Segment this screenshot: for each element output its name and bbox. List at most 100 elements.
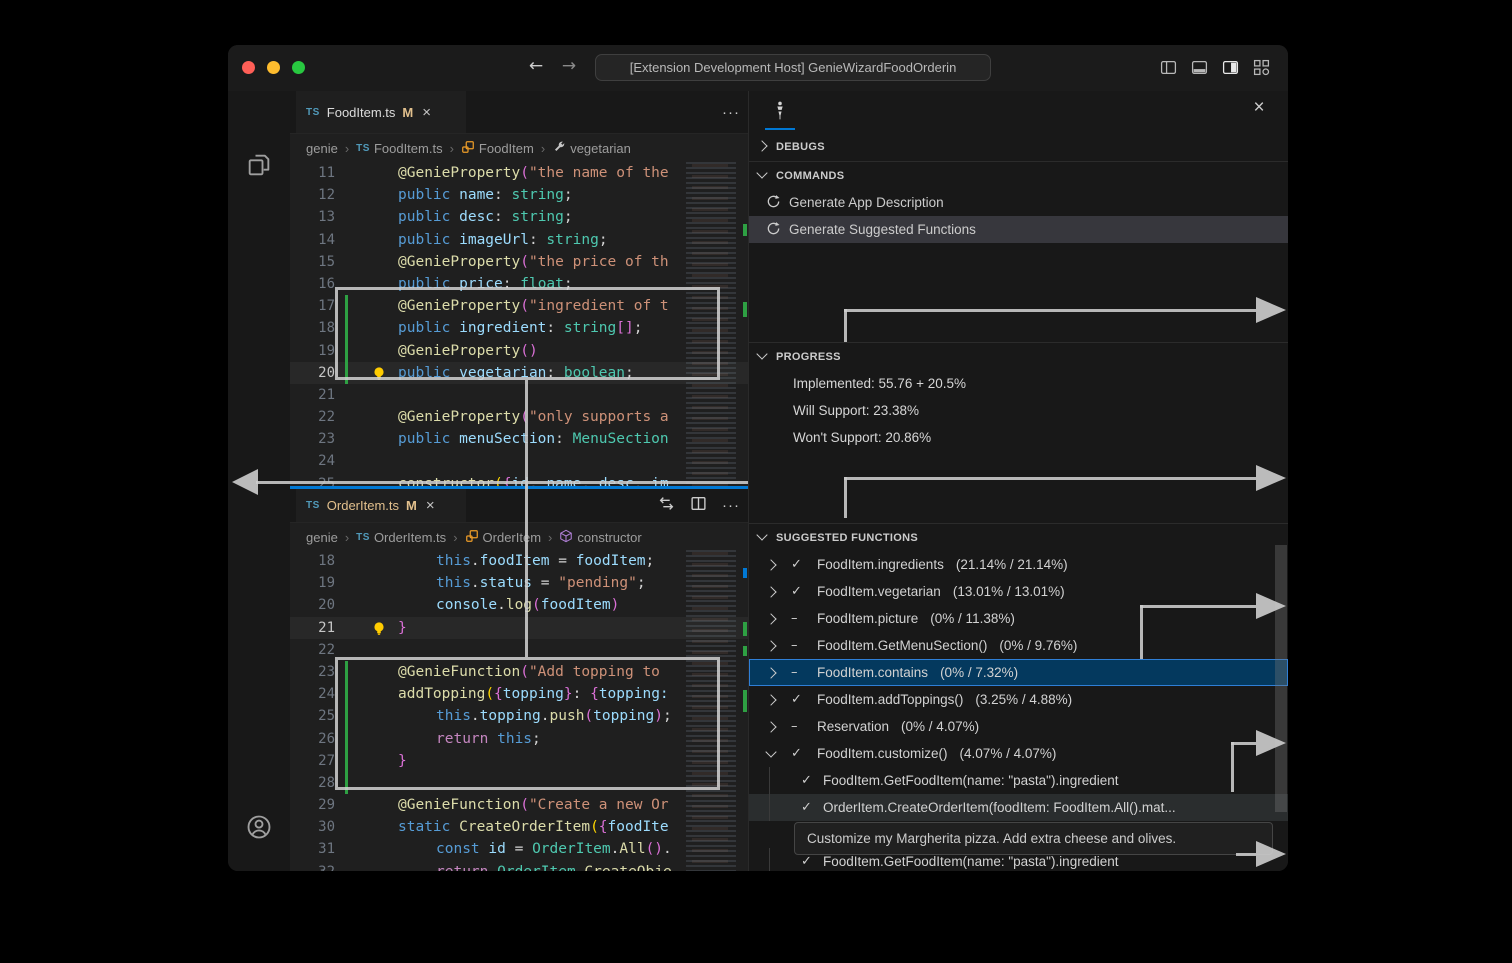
toggle-panel-icon[interactable] (1191, 59, 1208, 76)
tab-fooditem[interactable]: TS FoodItem.ts M × (296, 91, 466, 133)
modified-badge: M (406, 498, 417, 513)
code-line[interactable]: 32return OrderItem.CreateObje (290, 861, 748, 871)
code-line[interactable]: 21} (290, 617, 748, 639)
more-actions-icon[interactable]: ··· (722, 497, 740, 514)
dash-icon: – (791, 713, 798, 740)
chevron-right-icon[interactable] (765, 694, 776, 705)
annotation-arrow-left-line (256, 481, 748, 484)
breadcrumb-item[interactable]: TSOrderItem.ts (356, 530, 446, 545)
chevron-right-icon (756, 140, 767, 151)
chevron-right-icon[interactable] (765, 613, 776, 624)
chevron-right-icon[interactable] (765, 640, 776, 651)
command-item[interactable]: Generate Suggested Functions (749, 216, 1288, 243)
section-progress[interactable]: PROGRESS (749, 343, 1288, 370)
function-label: FoodItem.vegetarian(13.01% / 13.01%) (817, 578, 1065, 605)
customize-layout-icon[interactable] (1253, 59, 1270, 76)
split-editor-icon[interactable] (690, 495, 707, 517)
section-commands[interactable]: COMMANDS (749, 162, 1288, 189)
line-number: 23 (296, 428, 335, 450)
toggle-secondary-sidebar-icon[interactable] (1222, 59, 1239, 76)
breadcrumb-item[interactable]: genie (306, 141, 338, 156)
code-line[interactable]: 21 (290, 384, 748, 406)
tree-indent-guide (769, 848, 770, 871)
suggested-function-row[interactable]: ✓FoodItem.vegetarian(13.01% / 13.01%) (749, 578, 1288, 605)
suggested-function-row[interactable]: –FoodItem.GetMenuSection()(0% / 9.76%) (749, 632, 1288, 659)
back-button[interactable]: ← (524, 56, 548, 76)
breadcrumb-separator: › (453, 530, 457, 545)
genie-view-icon[interactable] (771, 101, 789, 126)
chevron-down-icon (756, 529, 767, 540)
code-line[interactable]: 22@GenieProperty("only supports a (290, 406, 748, 428)
code-line[interactable]: 24 (290, 450, 748, 472)
suggested-function-row[interactable]: –FoodItem.contains(0% / 7.32%) (749, 659, 1288, 686)
line-number: 24 (296, 450, 335, 472)
close-tab-icon[interactable]: × (422, 104, 431, 121)
code-line[interactable]: 23public menuSection: MenuSection (290, 428, 748, 450)
breadcrumb-label: OrderItem (483, 530, 542, 545)
editor-split-sash[interactable] (290, 486, 748, 489)
line-number: 26 (296, 728, 335, 750)
annotation-connector-line (525, 380, 528, 657)
breadcrumb-label: genie (306, 530, 338, 545)
annotation-arrow-e-line (1236, 853, 1256, 856)
tab-orderitem[interactable]: TS OrderItem.ts M × (296, 489, 466, 522)
suggested-function-row[interactable]: –Reservation(0% / 4.07%) (749, 713, 1288, 740)
suggested-function-row[interactable]: –FoodItem.picture(0% / 11.38%) (749, 605, 1288, 632)
command-center[interactable]: [Extension Development Host] GenieWizard… (595, 54, 991, 81)
section-debugs[interactable]: DEBUGS (749, 133, 1288, 160)
typescript-icon: TS (306, 500, 320, 511)
panel-scrollbar[interactable] (1275, 545, 1287, 812)
section-title: COMMANDS (776, 170, 844, 182)
command-item[interactable]: Generate App Description (749, 189, 1288, 216)
open-changes-icon[interactable] (658, 495, 675, 517)
breadcrumb-item[interactable]: OrderItem (465, 529, 542, 546)
code-line[interactable]: 14public imageUrl: string; (290, 229, 748, 251)
window-zoom-button[interactable] (292, 61, 305, 74)
breadcrumb-item[interactable]: FoodItem (461, 140, 534, 157)
close-panel-icon[interactable]: × (1247, 97, 1271, 119)
breadcrumb-item[interactable]: vegetarian (552, 140, 631, 157)
code-line[interactable]: 31const id = OrderItem.All(). (290, 838, 748, 860)
code-line[interactable]: 20console.log(foodItem) (290, 594, 748, 616)
window-minimize-button[interactable] (267, 61, 280, 74)
code-line[interactable]: 12public name: string; (290, 184, 748, 206)
suggested-function-row[interactable]: ✓FoodItem.addToppings()(3.25% / 4.88%) (749, 686, 1288, 713)
suggested-function-row[interactable]: ✓FoodItem.GetFoodItem(name: "pasta").ing… (749, 767, 1288, 794)
function-label: FoodItem.customize()(4.07% / 4.07%) (817, 740, 1056, 767)
explorer-icon[interactable] (245, 151, 273, 184)
code-line[interactable]: 18this.foodItem = foodItem; (290, 550, 748, 572)
close-tab-icon[interactable]: × (426, 497, 435, 514)
line-number: 11 (296, 162, 335, 184)
chevron-right-icon[interactable] (765, 559, 776, 570)
code-line[interactable]: 15@GenieProperty("the price of th (290, 251, 748, 273)
code-line[interactable]: 13public desc: string; (290, 206, 748, 228)
suggested-function-row[interactable]: ✓FoodItem.customize()(4.07% / 4.07%) (749, 740, 1288, 767)
suggested-function-row[interactable]: ✓FoodItem.ingredients(21.14% / 21.14%) (749, 551, 1288, 578)
forward-button[interactable]: → (557, 56, 581, 76)
breadcrumb-item[interactable]: TSFoodItem.ts (356, 141, 442, 156)
chevron-down-icon[interactable] (765, 746, 776, 757)
more-actions-icon[interactable]: ··· (722, 104, 740, 121)
account-icon[interactable] (245, 813, 273, 846)
chevron-right-icon[interactable] (765, 667, 776, 678)
code-line[interactable]: 29@GenieFunction("Create a new Or (290, 794, 748, 816)
suggested-function-row[interactable]: ✓OrderItem.CreateOrderItem(foodItem: Foo… (749, 794, 1288, 821)
breadcrumb-item[interactable]: genie (306, 530, 338, 545)
check-icon: ✓ (801, 767, 812, 794)
line-number: 23 (296, 661, 335, 683)
chevron-right-icon[interactable] (765, 721, 776, 732)
breadcrumb-label: FoodItem.ts (374, 141, 443, 156)
line-number: 14 (296, 229, 335, 251)
code-line[interactable]: 19this.status = "pending"; (290, 572, 748, 594)
section-suggested-functions[interactable]: SUGGESTED FUNCTIONS (749, 524, 1288, 551)
chevron-right-icon[interactable] (765, 586, 776, 597)
code-line[interactable]: 11@GenieProperty("the name of the (290, 162, 748, 184)
code-line[interactable]: 30static CreateOrderItem({foodIte (290, 816, 748, 838)
modified-badge: M (402, 105, 413, 120)
class-icon (465, 529, 479, 546)
window-close-button[interactable] (242, 61, 255, 74)
toggle-primary-sidebar-icon[interactable] (1160, 59, 1177, 76)
breadcrumb-item[interactable]: constructor (559, 529, 641, 546)
breadcrumb-label: constructor (577, 530, 641, 545)
line-number: 27 (296, 750, 335, 772)
